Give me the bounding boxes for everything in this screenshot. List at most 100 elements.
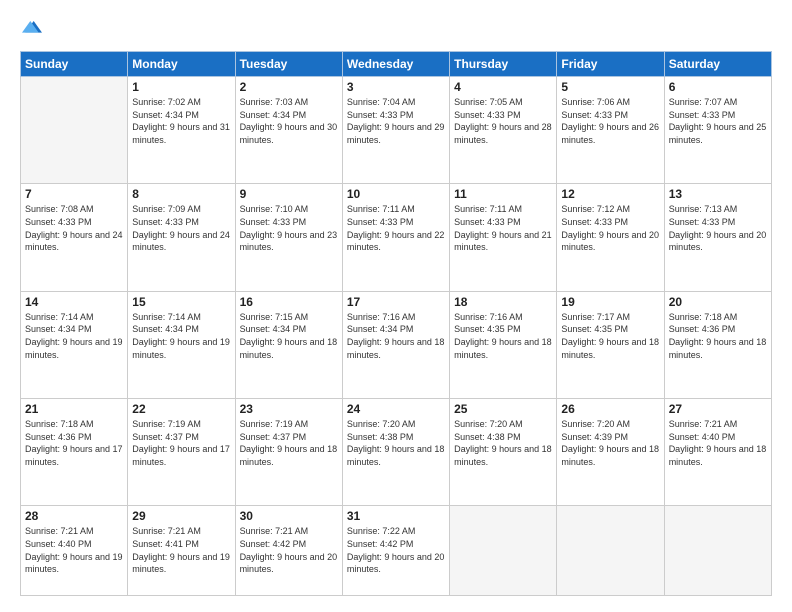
calendar-cell: 13 Sunrise: 7:13 AMSunset: 4:33 PMDayligh…	[664, 184, 771, 291]
day-info: Sunrise: 7:14 AMSunset: 4:34 PMDaylight:…	[25, 311, 123, 361]
calendar-cell: 12 Sunrise: 7:12 AMSunset: 4:33 PMDayligh…	[557, 184, 664, 291]
calendar-week-row: 21Sunrise: 7:18 AMSunset: 4:36 PMDayligh…	[21, 399, 772, 506]
day-number: 29	[132, 509, 230, 523]
day-number: 8	[132, 187, 230, 201]
day-info: Sunrise: 7:05 AMSunset: 4:33 PMDaylight:…	[454, 96, 552, 146]
weekday-header-cell: Monday	[128, 52, 235, 77]
day-info: Sunrise: 7:21 AMSunset: 4:41 PMDaylight:…	[132, 525, 230, 575]
day-info: Sunrise: 7:19 AMSunset: 4:37 PMDaylight:…	[240, 418, 338, 468]
day-number: 7	[25, 187, 123, 201]
calendar-cell: 7 Sunrise: 7:08 AMSunset: 4:33 PMDaylight…	[21, 184, 128, 291]
day-info: Sunrise: 7:11 AMSunset: 4:33 PMDaylight:…	[347, 203, 445, 253]
weekday-header-cell: Thursday	[450, 52, 557, 77]
calendar-cell: 27Sunrise: 7:21 AMSunset: 4:40 PMDayligh…	[664, 399, 771, 506]
day-number: 3	[347, 80, 445, 94]
day-number: 19	[561, 295, 659, 309]
day-info: Sunrise: 7:13 AMSunset: 4:33 PMDaylight:…	[669, 203, 767, 253]
day-number: 22	[132, 402, 230, 416]
day-info: Sunrise: 7:16 AMSunset: 4:35 PMDaylight:…	[454, 311, 552, 361]
calendar-cell	[450, 506, 557, 596]
day-info: Sunrise: 7:14 AMSunset: 4:34 PMDaylight:…	[132, 311, 230, 361]
calendar-cell: 18 Sunrise: 7:16 AMSunset: 4:35 PMDayligh…	[450, 291, 557, 398]
day-number: 17	[347, 295, 445, 309]
day-info: Sunrise: 7:19 AMSunset: 4:37 PMDaylight:…	[132, 418, 230, 468]
day-number: 23	[240, 402, 338, 416]
calendar-cell: 22 Sunrise: 7:19 AMSunset: 4:37 PMDayligh…	[128, 399, 235, 506]
calendar-cell: 5 Sunrise: 7:06 AMSunset: 4:33 PMDaylight…	[557, 77, 664, 184]
day-info: Sunrise: 7:09 AMSunset: 4:33 PMDaylight:…	[132, 203, 230, 253]
day-number: 9	[240, 187, 338, 201]
calendar-cell: 31 Sunrise: 7:22 AMSunset: 4:42 PMDayligh…	[342, 506, 449, 596]
day-info: Sunrise: 7:18 AMSunset: 4:36 PMDaylight:…	[669, 311, 767, 361]
day-info: Sunrise: 7:22 AMSunset: 4:42 PMDaylight:…	[347, 525, 445, 575]
day-info: Sunrise: 7:06 AMSunset: 4:33 PMDaylight:…	[561, 96, 659, 146]
calendar-cell: 11 Sunrise: 7:11 AMSunset: 4:33 PMDayligh…	[450, 184, 557, 291]
day-number: 20	[669, 295, 767, 309]
calendar-body: 1 Sunrise: 7:02 AMSunset: 4:34 PMDaylight…	[21, 77, 772, 596]
calendar-cell: 30Sunrise: 7:21 AMSunset: 4:42 PMDayligh…	[235, 506, 342, 596]
day-number: 2	[240, 80, 338, 94]
day-info: Sunrise: 7:02 AMSunset: 4:34 PMDaylight:…	[132, 96, 230, 146]
calendar-week-row: 1 Sunrise: 7:02 AMSunset: 4:34 PMDaylight…	[21, 77, 772, 184]
day-number: 13	[669, 187, 767, 201]
day-number: 26	[561, 402, 659, 416]
day-number: 30	[240, 509, 338, 523]
calendar-cell: 10 Sunrise: 7:11 AMSunset: 4:33 PMDayligh…	[342, 184, 449, 291]
day-number: 16	[240, 295, 338, 309]
day-info: Sunrise: 7:04 AMSunset: 4:33 PMDaylight:…	[347, 96, 445, 146]
calendar-cell: 24 Sunrise: 7:20 AMSunset: 4:38 PMDayligh…	[342, 399, 449, 506]
calendar-cell: 2 Sunrise: 7:03 AMSunset: 4:34 PMDaylight…	[235, 77, 342, 184]
calendar-cell	[664, 506, 771, 596]
calendar-table: SundayMondayTuesdayWednesdayThursdayFrid…	[20, 51, 772, 596]
weekday-header-row: SundayMondayTuesdayWednesdayThursdayFrid…	[21, 52, 772, 77]
calendar-week-row: 14 Sunrise: 7:14 AMSunset: 4:34 PMDayligh…	[21, 291, 772, 398]
calendar-cell	[557, 506, 664, 596]
day-number: 4	[454, 80, 552, 94]
weekday-header-cell: Tuesday	[235, 52, 342, 77]
calendar-cell: 23 Sunrise: 7:19 AMSunset: 4:37 PMDayligh…	[235, 399, 342, 506]
day-info: Sunrise: 7:07 AMSunset: 4:33 PMDaylight:…	[669, 96, 767, 146]
weekday-header-cell: Friday	[557, 52, 664, 77]
calendar-page: SundayMondayTuesdayWednesdayThursdayFrid…	[0, 0, 792, 612]
day-number: 12	[561, 187, 659, 201]
day-number: 14	[25, 295, 123, 309]
calendar-cell: 26 Sunrise: 7:20 AMSunset: 4:39 PMDayligh…	[557, 399, 664, 506]
day-number: 5	[561, 80, 659, 94]
weekday-header-cell: Wednesday	[342, 52, 449, 77]
day-info: Sunrise: 7:17 AMSunset: 4:35 PMDaylight:…	[561, 311, 659, 361]
day-number: 11	[454, 187, 552, 201]
header	[20, 16, 772, 41]
day-info: Sunrise: 7:08 AMSunset: 4:33 PMDaylight:…	[25, 203, 123, 253]
calendar-cell: 9 Sunrise: 7:10 AMSunset: 4:33 PMDaylight…	[235, 184, 342, 291]
day-info: Sunrise: 7:21 AMSunset: 4:40 PMDaylight:…	[25, 525, 123, 575]
calendar-cell: 20 Sunrise: 7:18 AMSunset: 4:36 PMDayligh…	[664, 291, 771, 398]
day-info: Sunrise: 7:20 AMSunset: 4:39 PMDaylight:…	[561, 418, 659, 468]
calendar-cell: 4 Sunrise: 7:05 AMSunset: 4:33 PMDaylight…	[450, 77, 557, 184]
calendar-week-row: 28 Sunrise: 7:21 AMSunset: 4:40 PMDayligh…	[21, 506, 772, 596]
day-info: Sunrise: 7:18 AMSunset: 4:36 PMDaylight:…	[25, 418, 123, 468]
day-info: Sunrise: 7:10 AMSunset: 4:33 PMDaylight:…	[240, 203, 338, 253]
calendar-cell: 14 Sunrise: 7:14 AMSunset: 4:34 PMDayligh…	[21, 291, 128, 398]
calendar-cell: 16Sunrise: 7:15 AMSunset: 4:34 PMDayligh…	[235, 291, 342, 398]
calendar-cell: 15 Sunrise: 7:14 AMSunset: 4:34 PMDayligh…	[128, 291, 235, 398]
day-number: 18	[454, 295, 552, 309]
day-number: 10	[347, 187, 445, 201]
day-number: 28	[25, 509, 123, 523]
day-info: Sunrise: 7:20 AMSunset: 4:38 PMDaylight:…	[347, 418, 445, 468]
calendar-cell: 17Sunrise: 7:16 AMSunset: 4:34 PMDayligh…	[342, 291, 449, 398]
day-info: Sunrise: 7:12 AMSunset: 4:33 PMDaylight:…	[561, 203, 659, 253]
weekday-header-cell: Sunday	[21, 52, 128, 77]
day-number: 24	[347, 402, 445, 416]
calendar-cell: 25Sunrise: 7:20 AMSunset: 4:38 PMDayligh…	[450, 399, 557, 506]
calendar-week-row: 7 Sunrise: 7:08 AMSunset: 4:33 PMDaylight…	[21, 184, 772, 291]
calendar-cell: 3 Sunrise: 7:04 AMSunset: 4:33 PMDaylight…	[342, 77, 449, 184]
day-number: 31	[347, 509, 445, 523]
day-number: 1	[132, 80, 230, 94]
day-number: 6	[669, 80, 767, 94]
day-info: Sunrise: 7:03 AMSunset: 4:34 PMDaylight:…	[240, 96, 338, 146]
calendar-cell	[21, 77, 128, 184]
day-info: Sunrise: 7:21 AMSunset: 4:40 PMDaylight:…	[669, 418, 767, 468]
day-info: Sunrise: 7:11 AMSunset: 4:33 PMDaylight:…	[454, 203, 552, 253]
calendar-cell: 21Sunrise: 7:18 AMSunset: 4:36 PMDayligh…	[21, 399, 128, 506]
day-number: 15	[132, 295, 230, 309]
